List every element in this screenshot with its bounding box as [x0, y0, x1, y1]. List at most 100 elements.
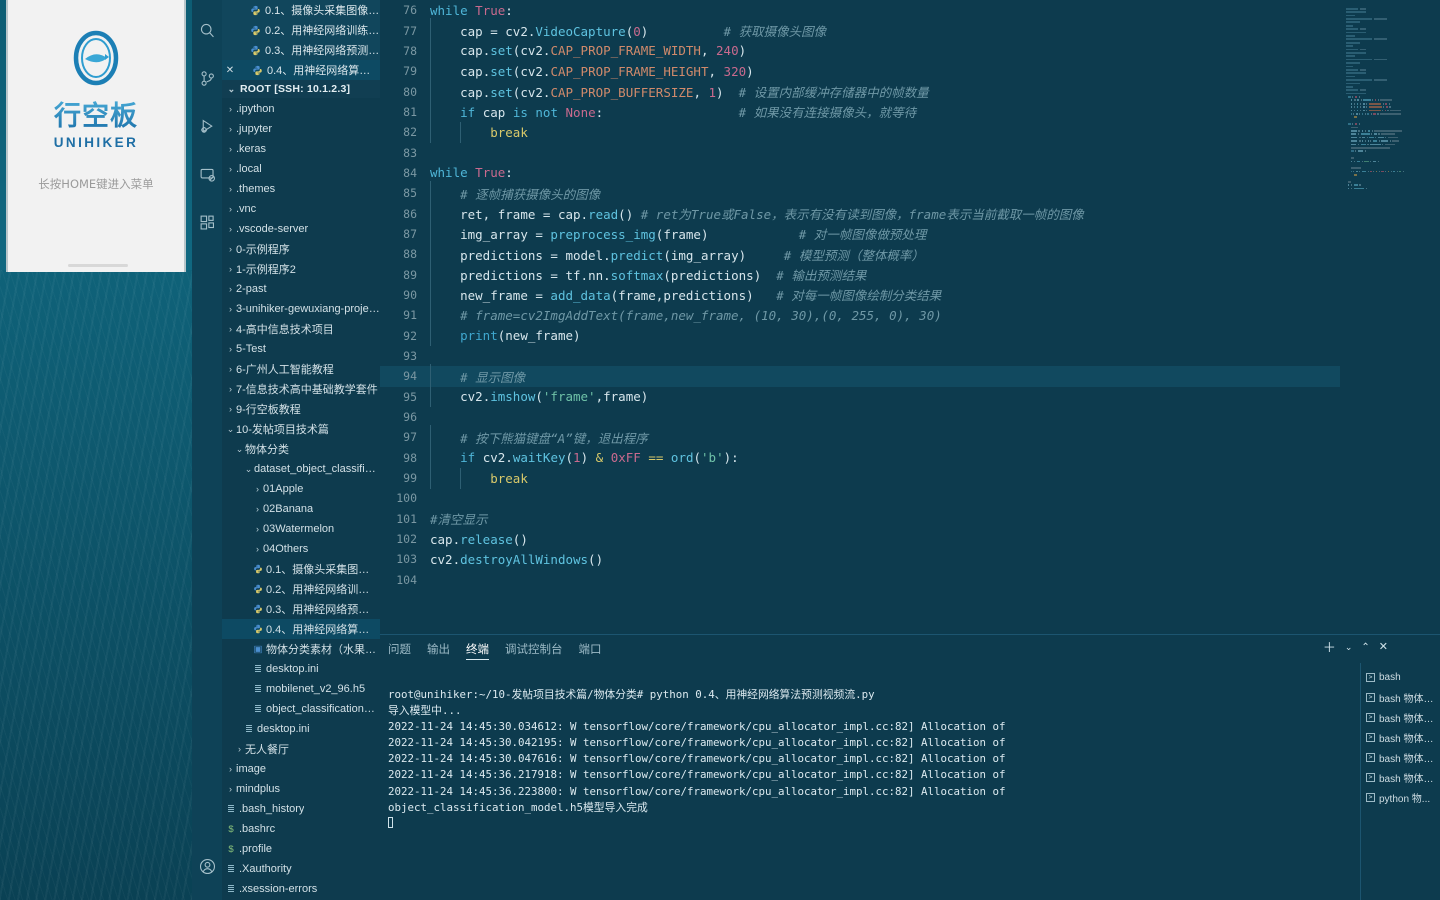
open-editor-item[interactable]: 0.3、用神经网络预测单张...: [222, 40, 380, 60]
tree-folder-item[interactable]: › 1-示例程序2: [222, 259, 380, 279]
open-editor-item[interactable]: 0.1、摄像头采集图像.py 1...: [222, 0, 380, 20]
tree-folder-item[interactable]: › .local: [222, 159, 380, 179]
code-line[interactable]: 83: [380, 142, 1340, 162]
code-line[interactable]: 103 cv2.destroyAllWindows(): [380, 549, 1340, 569]
terminal-list-item[interactable]: > bash 物体分...: [1361, 767, 1440, 787]
tree-folder-item[interactable]: › .jupyter: [222, 119, 380, 139]
code-line[interactable]: 80 cap.set(cv2.CAP_PROP_BUFFERSIZE, 1) #…: [380, 79, 1340, 105]
tree-file-item[interactable]: ≣ .Xauthority: [222, 859, 380, 879]
tree-file-item[interactable]: ≣ object_classification_model.h5: [222, 699, 380, 719]
tree-file-item[interactable]: 0.2、用神经网络训练物体模...: [222, 579, 380, 599]
code-line[interactable]: 99 break: [380, 467, 1340, 489]
tree-folder-item[interactable]: › 5-Test: [222, 339, 380, 359]
tree-file-item[interactable]: ≣ .bash_history: [222, 799, 380, 819]
tree-folder-item[interactable]: › .themes: [222, 179, 380, 199]
tree-file-item[interactable]: ≣ mobilenet_v2_96.h5: [222, 679, 380, 699]
terminal-list-item[interactable]: > python 物...: [1361, 787, 1440, 807]
tree-folder-item[interactable]: › 02Banana: [222, 499, 380, 519]
close-icon[interactable]: ✕: [1379, 642, 1388, 653]
code-line[interactable]: 91 # frame=cv2ImgAddText(frame,new_frame…: [380, 304, 1340, 326]
tree-file-item[interactable]: ≣ .xsession-errors: [222, 879, 380, 899]
terminal-output[interactable]: root@unihiker:~/10-发帖项目技术篇/物体分类# python …: [388, 687, 1363, 892]
code-line[interactable]: 93: [380, 346, 1340, 366]
tree-folder-item[interactable]: › 2-past: [222, 279, 380, 299]
code-line[interactable]: 81 if cap is not None: # 如果没有连接摄像头，就等待: [380, 99, 1340, 125]
code-line[interactable]: 97 # 按下熊猫键盘“A”键，退出程序: [380, 424, 1340, 450]
add-terminal-icon[interactable]: ＋: [1323, 641, 1336, 654]
tree-folder-item[interactable]: › .ipython: [222, 99, 380, 119]
tree-folder-item[interactable]: › 01Apple: [222, 479, 380, 499]
code-line[interactable]: 96: [380, 407, 1340, 427]
extensions-icon[interactable]: [192, 198, 222, 246]
code-line[interactable]: 76 while True:: [380, 0, 1340, 20]
code-line[interactable]: 92 print(new_frame): [380, 325, 1340, 347]
tree-folder-item[interactable]: › 0-示例程序: [222, 239, 380, 259]
tree-folder-item[interactable]: › .vnc: [222, 199, 380, 219]
open-editor-item[interactable]: 0.2、用神经网络训练物体...: [222, 20, 380, 40]
code-line[interactable]: 86 ret, frame = cap.read() # ret为True或Fa…: [380, 201, 1340, 227]
terminal-list-item[interactable]: > bash 物体分...: [1361, 747, 1440, 767]
code-line[interactable]: 102 cap.release(): [380, 529, 1340, 549]
source-control-icon[interactable]: [192, 54, 222, 102]
editor-scrollbar[interactable]: [1422, 0, 1440, 634]
tree-folder-item[interactable]: › .keras: [222, 139, 380, 159]
code-line[interactable]: 77 cap = cv2.VideoCapture(0) # 获取摄像头图像: [380, 18, 1340, 44]
code-line[interactable]: 82 break: [380, 121, 1340, 143]
tree-file-item[interactable]: 0.1、摄像头采集图像.py: [222, 559, 380, 579]
account-icon[interactable]: [192, 842, 222, 890]
code-line[interactable]: 88 predictions = model.predict(img_array…: [380, 241, 1340, 267]
terminal-list-item[interactable]: > bash 物体分...: [1361, 687, 1440, 707]
tree-file-item[interactable]: ≣ desktop.ini: [222, 659, 380, 679]
tree-folder-item[interactable]: › 03Watermelon: [222, 519, 380, 539]
tree-file-item[interactable]: $ .bashrc: [222, 819, 380, 839]
tree-file-item[interactable]: ▣物体分类素材（水果）.docx: [222, 639, 381, 659]
panel-tab[interactable]: 问题: [388, 635, 411, 663]
tree-folder-item[interactable]: › 无人餐厅: [222, 739, 380, 759]
tree-folder-item[interactable]: › 4-高中信息技术项目: [222, 319, 380, 339]
code-line[interactable]: 90 new_frame = add_data(frame,prediction…: [380, 282, 1340, 308]
tree-folder-item[interactable]: › mindplus: [222, 779, 380, 799]
panel-tab[interactable]: 终端: [466, 635, 489, 663]
code-line[interactable]: 95 cv2.imshow('frame',frame): [380, 386, 1340, 408]
tree-file-item[interactable]: 0.4、用神经网络算法预测视...: [222, 619, 380, 639]
code-line[interactable]: 100: [380, 488, 1340, 508]
open-editor-item[interactable]: ✕ 0.4、用神经网络算法预测...: [222, 60, 380, 80]
search-icon[interactable]: [192, 6, 222, 54]
tree-folder-item[interactable]: › 7-信息技术高中基础教学套件: [222, 379, 380, 399]
code-line[interactable]: 78 cap.set(cv2.CAP_PROP_FRAME_WIDTH, 240…: [380, 40, 1340, 62]
terminal-list-item[interactable]: > bash 物体分...: [1361, 707, 1440, 727]
tree-file-item[interactable]: 0.3、用神经网络预测单张图...: [222, 599, 380, 619]
code-line[interactable]: 79 cap.set(cv2.CAP_PROP_FRAME_HEIGHT, 32…: [380, 60, 1340, 82]
tree-file-item[interactable]: ≣ desktop.ini: [222, 719, 380, 739]
code-line[interactable]: 85 # 逐帧捕获摄像头的图像: [380, 180, 1340, 206]
tree-file-item[interactable]: $ .profile: [222, 839, 380, 859]
panel-tab[interactable]: 调试控制台: [505, 635, 563, 663]
tree-folder-item[interactable]: ⌄ 物体分类: [222, 439, 380, 459]
tree-folder-item[interactable]: › 04Others: [222, 539, 380, 559]
chevron-up-icon[interactable]: ⌃: [1361, 642, 1369, 653]
code-line[interactable]: 94 # 显示图像: [380, 363, 1340, 389]
code-line[interactable]: 98 if cv2.waitKey(1) & 0xFF == ord('b'):: [380, 447, 1340, 469]
code-editor[interactable]: 76 while True: 77 cap = cv2.VideoCapture(0…: [380, 0, 1440, 634]
code-line[interactable]: 87 img_array = preprocess_img(frame) # 对…: [380, 221, 1340, 247]
device-home-button[interactable]: [68, 264, 128, 267]
tree-folder-item[interactable]: › image: [222, 759, 380, 779]
tree-folder-item[interactable]: › .vscode-server: [222, 219, 380, 239]
terminal-list-item[interactable]: > bash: [1361, 667, 1440, 687]
editor-minimap[interactable]: [1344, 0, 1422, 634]
close-icon[interactable]: ✕: [224, 65, 236, 76]
code-line[interactable]: 104: [380, 570, 1340, 590]
tree-folder-item[interactable]: › 6-广州人工智能教程: [222, 359, 380, 379]
tree-folder-item[interactable]: ⌄dataset_object_classification: [222, 459, 380, 479]
tree-folder-item[interactable]: › 9-行空板教程: [222, 399, 380, 419]
explorer-root-folder[interactable]: ⌄ ROOT [SSH: 10.1.2.3]: [222, 80, 380, 98]
terminal-list-item[interactable]: > bash 物体分...: [1361, 727, 1440, 747]
tree-folder-item[interactable]: ⌄ 10-发帖项目技术篇: [222, 419, 380, 439]
code-line[interactable]: 84 while True:: [380, 163, 1340, 183]
run-debug-icon[interactable]: [192, 102, 222, 150]
panel-tab[interactable]: 端口: [579, 635, 602, 663]
code-line[interactable]: 101 #清空显示: [380, 509, 1340, 529]
remote-explorer-icon[interactable]: [192, 150, 222, 198]
panel-tab[interactable]: 输出: [427, 635, 450, 663]
code-line[interactable]: 89 predictions = tf.nn.softmax(predictio…: [380, 262, 1340, 288]
